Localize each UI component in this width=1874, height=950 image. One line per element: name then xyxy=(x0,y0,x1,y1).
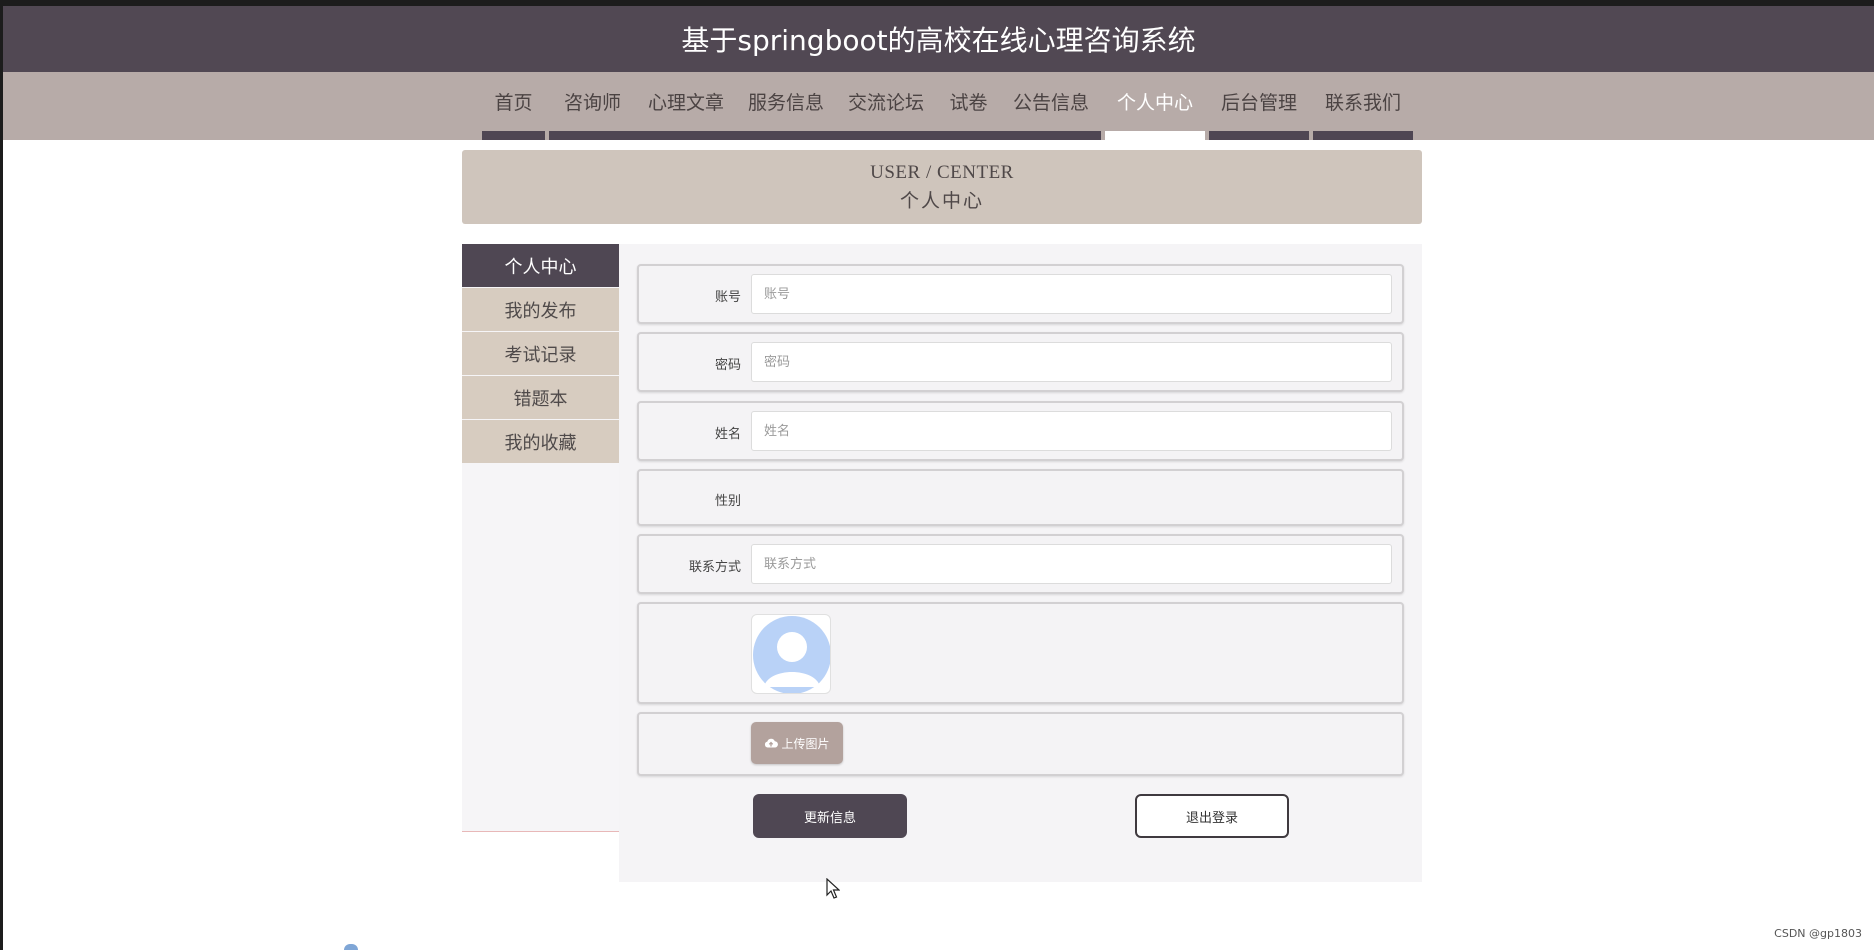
sidebar-item-wrong-questions[interactable]: 错题本 xyxy=(462,376,619,419)
account-label: 账号 xyxy=(714,290,741,305)
contact-label: 联系方式 xyxy=(688,560,741,575)
name-input[interactable] xyxy=(751,411,1392,451)
form-row-gender[interactable]: 性别 xyxy=(637,469,1404,526)
sidebar-item-label: 我的收藏 xyxy=(504,432,577,454)
user-form-panel: 账号 密码 姓名 性别 联系方式 上传图片 xyxy=(619,244,1422,882)
nav-item-user-center[interactable]: 个人中心 xyxy=(1105,72,1205,140)
form-row-name: 姓名 xyxy=(637,401,1404,461)
nav-underline xyxy=(549,131,636,140)
form-row-account: 账号 xyxy=(637,264,1404,324)
nav-item-label: 咨询师 xyxy=(563,92,621,114)
nav-item-label: 公告信息 xyxy=(1012,92,1089,114)
sidebar-item-favorites[interactable]: 我的收藏 xyxy=(462,420,619,463)
password-input[interactable] xyxy=(751,342,1392,382)
nav-underline xyxy=(1105,131,1205,140)
nav-item-label: 首页 xyxy=(494,92,533,114)
sidebar-item-label: 我的发布 xyxy=(504,300,577,322)
form-row-password: 密码 xyxy=(637,332,1404,392)
nav-item-services[interactable]: 服务信息 xyxy=(736,72,836,140)
sidebar-item-label: 错题本 xyxy=(513,388,568,410)
watermark: CSDN @gp1803 xyxy=(1774,927,1862,940)
mouse-cursor-icon xyxy=(826,878,840,899)
user-sidebar: 个人中心 我的发布 考试记录 错题本 我的收藏 xyxy=(462,244,619,832)
page-banner: USER / CENTER 个人中心 xyxy=(462,150,1422,224)
password-label: 密码 xyxy=(714,358,741,373)
nav-item-label: 服务信息 xyxy=(747,92,824,114)
nav-item-label: 心理文章 xyxy=(647,92,724,114)
nav-item-forum[interactable]: 交流论坛 xyxy=(836,72,936,140)
main-nav: 首页 咨询师 心理文章 服务信息 交流论坛 试卷 公告信息 个人中心 后台管理 … xyxy=(3,72,1874,140)
nav-underline xyxy=(1209,131,1309,140)
account-input[interactable] xyxy=(751,274,1392,314)
nav-underline xyxy=(1313,131,1413,140)
nav-item-articles[interactable]: 心理文章 xyxy=(636,72,736,140)
nav-item-home[interactable]: 首页 xyxy=(482,72,545,140)
nav-item-contact[interactable]: 联系我们 xyxy=(1313,72,1413,140)
nav-underline xyxy=(836,131,936,140)
banner-title-en: USER / CENTER xyxy=(870,162,1014,183)
nav-item-label: 后台管理 xyxy=(1220,92,1297,114)
sidebar-item-my-posts[interactable]: 我的发布 xyxy=(462,288,619,331)
nav-item-exam[interactable]: 试卷 xyxy=(936,72,1001,140)
banner-title-cn: 个人中心 xyxy=(899,190,984,212)
sidebar-item-label: 考试记录 xyxy=(504,344,577,366)
sidebar-item-exam-records[interactable]: 考试记录 xyxy=(462,332,619,375)
form-row-contact: 联系方式 xyxy=(637,534,1404,594)
nav-list: 首页 咨询师 心理文章 服务信息 交流论坛 试卷 公告信息 个人中心 后台管理 … xyxy=(482,72,1413,140)
nav-underline xyxy=(636,131,736,140)
nav-item-announcements[interactable]: 公告信息 xyxy=(1001,72,1101,140)
upload-image-button[interactable]: 上传图片 xyxy=(751,722,843,764)
avatar xyxy=(751,614,831,694)
update-info-button[interactable]: 更新信息 xyxy=(753,794,907,838)
nav-underline xyxy=(936,131,1001,140)
form-row-avatar xyxy=(637,602,1404,704)
gender-label: 性别 xyxy=(714,494,741,509)
nav-item-counselor[interactable]: 咨询师 xyxy=(549,72,636,140)
cloud-upload-icon xyxy=(765,738,779,748)
nav-item-label: 交流论坛 xyxy=(847,92,924,114)
site-title: 基于springboot的高校在线心理咨询系统 xyxy=(681,24,1196,57)
sidebar-item-user-center[interactable]: 个人中心 xyxy=(462,244,619,287)
screen-left-edge xyxy=(0,0,3,950)
nav-underline xyxy=(1001,131,1101,140)
nav-underline xyxy=(736,131,836,140)
logout-button[interactable]: 退出登录 xyxy=(1135,794,1289,838)
upload-button-label: 上传图片 xyxy=(781,736,830,751)
contact-input[interactable] xyxy=(751,544,1392,584)
nav-underline xyxy=(482,131,545,140)
form-row-upload: 上传图片 xyxy=(637,712,1404,776)
sidebar-item-label: 个人中心 xyxy=(504,256,577,278)
nav-item-label: 个人中心 xyxy=(1116,92,1193,114)
site-header: 基于springboot的高校在线心理咨询系统 xyxy=(3,6,1874,72)
nav-item-admin[interactable]: 后台管理 xyxy=(1209,72,1309,140)
name-label: 姓名 xyxy=(714,427,741,442)
nav-item-label: 试卷 xyxy=(949,92,988,114)
nav-item-label: 联系我们 xyxy=(1324,92,1401,114)
user-avatar-icon xyxy=(753,616,830,693)
partial-icon xyxy=(344,944,358,950)
